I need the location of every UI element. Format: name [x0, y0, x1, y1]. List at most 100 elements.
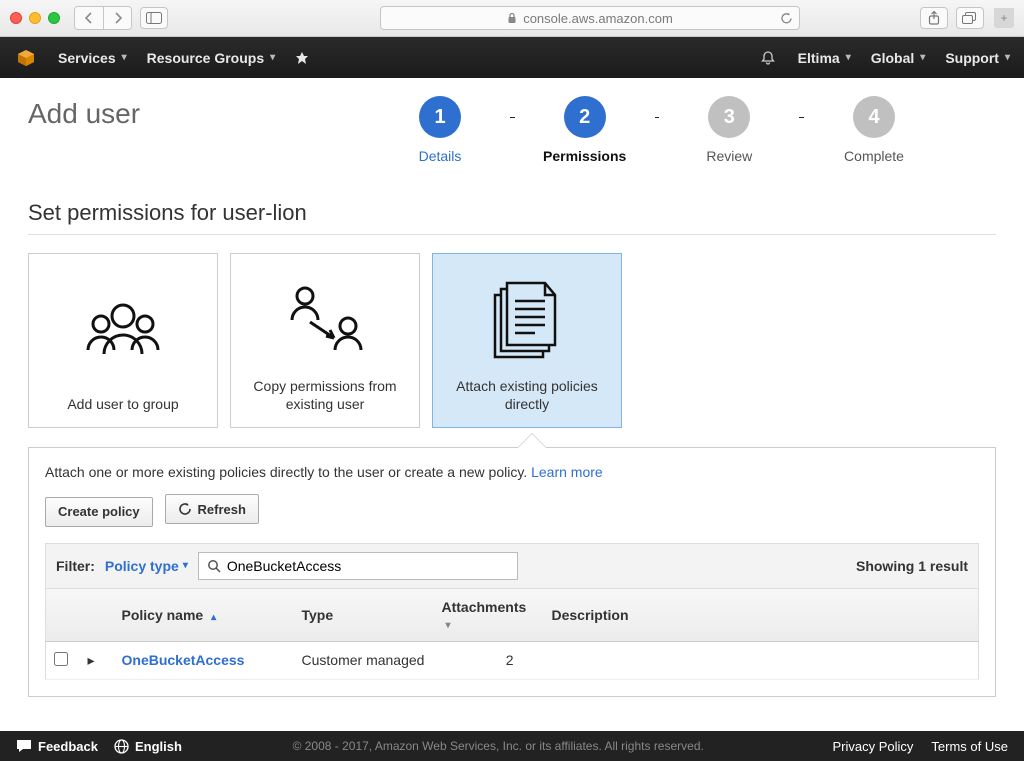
search-input[interactable]: [227, 558, 509, 574]
chevron-down-icon: ▾: [122, 52, 127, 63]
chevron-down-icon: ▾: [1005, 52, 1010, 63]
nav-region[interactable]: Global ▾: [871, 50, 926, 66]
language-selector[interactable]: English: [114, 739, 182, 754]
create-policy-button[interactable]: Create policy: [45, 497, 153, 527]
nav-region-label: Global: [871, 50, 915, 66]
group-icon: [68, 268, 178, 395]
step-complete[interactable]: 4 Complete: [804, 96, 944, 164]
policy-search[interactable]: [198, 552, 518, 580]
sidebar-toggle[interactable]: [140, 7, 168, 29]
filter-type-label: Policy type: [105, 558, 179, 574]
step-number: 3: [708, 96, 750, 138]
content: Add user 1 Details 2 Permissions 3 Revie…: [0, 78, 1024, 731]
attach-policies-panel: Attach one or more existing policies dir…: [28, 447, 996, 697]
copyright: © 2008 - 2017, Amazon Web Services, Inc.…: [293, 739, 704, 753]
wizard-steps: 1 Details 2 Permissions 3 Review 4 Compl…: [370, 96, 944, 164]
search-icon: [207, 559, 221, 573]
col-type[interactable]: Type: [294, 589, 434, 642]
step-label: Permissions: [543, 148, 626, 164]
col-description[interactable]: Description: [544, 589, 979, 642]
permission-options: Add user to group Copy permissions from …: [28, 253, 996, 428]
step-permissions[interactable]: 2 Permissions: [515, 96, 655, 164]
option-label: Add user to group: [67, 395, 178, 413]
feedback-link[interactable]: Feedback: [16, 739, 98, 754]
nav-services-label: Services: [58, 50, 116, 66]
browser-toolbar: console.aws.amazon.com +: [0, 0, 1024, 37]
sort-icon: ▾: [446, 620, 451, 631]
filter-bar: Filter: Policy type ▾ Showing 1 result: [45, 543, 979, 589]
step-details[interactable]: 1 Details: [370, 96, 510, 164]
nav-resource-groups[interactable]: Resource Groups ▾: [147, 50, 276, 66]
lock-icon: [507, 12, 517, 24]
step-number: 2: [564, 96, 606, 138]
language-label: English: [135, 739, 182, 754]
row-checkbox[interactable]: [54, 652, 68, 666]
policies-table: Policy name ▴ Type Attachments ▾ Descrip…: [45, 589, 979, 680]
option-attach-policies[interactable]: Attach existing policies directly: [432, 253, 622, 428]
nav-resource-groups-label: Resource Groups: [147, 50, 264, 66]
close-window[interactable]: [10, 12, 22, 24]
chevron-down-icon: ▾: [183, 560, 188, 571]
url-text: console.aws.amazon.com: [523, 11, 673, 26]
nav-account[interactable]: Eltima ▾: [798, 50, 851, 66]
section-heading: Set permissions for user-lion: [28, 200, 996, 235]
button-label: Refresh: [198, 502, 246, 517]
globe-icon: [114, 739, 129, 754]
privacy-link[interactable]: Privacy Policy: [832, 739, 913, 754]
button-label: Create policy: [58, 504, 140, 519]
policy-description: [544, 641, 979, 679]
refresh-button[interactable]: Refresh: [165, 494, 259, 524]
filter-type-dropdown[interactable]: Policy type ▾: [105, 558, 188, 574]
feedback-label: Feedback: [38, 739, 98, 754]
table-row: ▸ OneBucketAccess Customer managed 2: [46, 641, 979, 679]
step-label: Review: [706, 148, 752, 164]
sort-asc-icon: ▴: [211, 612, 216, 623]
chevron-down-icon: ▾: [920, 52, 925, 63]
col-attachments[interactable]: Attachments: [442, 599, 527, 615]
learn-more-link[interactable]: Learn more: [531, 464, 603, 480]
aws-top-nav: Services ▾ Resource Groups ▾ Eltima ▾ Gl…: [0, 37, 1024, 78]
refresh-icon: [178, 502, 192, 516]
copy-user-icon: [270, 268, 380, 377]
step-number: 1: [419, 96, 461, 138]
zoom-window[interactable]: [48, 12, 60, 24]
chevron-down-icon: ▾: [270, 52, 275, 63]
step-number: 4: [853, 96, 895, 138]
expand-row-icon[interactable]: ▸: [88, 652, 95, 668]
result-count: Showing 1 result: [856, 558, 968, 574]
nav-back-forward: [74, 6, 132, 30]
option-add-to-group[interactable]: Add user to group: [28, 253, 218, 428]
policies-icon: [487, 268, 567, 377]
step-label: Details: [419, 148, 462, 164]
minimize-window[interactable]: [29, 12, 41, 24]
share-button[interactable]: [920, 7, 948, 29]
chevron-down-icon: ▾: [846, 52, 851, 63]
terms-link[interactable]: Terms of Use: [931, 739, 1008, 754]
tabs-button[interactable]: [956, 7, 984, 29]
panel-intro: Attach one or more existing policies dir…: [45, 464, 979, 480]
back-button[interactable]: [75, 7, 103, 29]
aws-logo-icon[interactable]: [14, 46, 38, 70]
policy-attachments: 2: [434, 641, 544, 679]
step-label: Complete: [844, 148, 904, 164]
col-policy-name[interactable]: Policy name: [122, 607, 204, 623]
panel-pointer: [28, 427, 996, 447]
option-label: Attach existing policies directly: [443, 377, 611, 413]
nav-services[interactable]: Services ▾: [58, 50, 127, 66]
nav-support[interactable]: Support ▾: [945, 50, 1010, 66]
address-bar[interactable]: console.aws.amazon.com: [380, 6, 800, 30]
new-tab-button[interactable]: +: [994, 8, 1014, 28]
window-controls: [10, 12, 60, 24]
nav-account-label: Eltima: [798, 50, 840, 66]
policy-type: Customer managed: [294, 641, 434, 679]
step-review[interactable]: 3 Review: [659, 96, 799, 164]
option-copy-permissions[interactable]: Copy permissions from existing user: [230, 253, 420, 428]
policy-name-link[interactable]: OneBucketAccess: [122, 652, 245, 668]
option-label: Copy permissions from existing user: [241, 377, 409, 413]
reload-icon[interactable]: [780, 12, 793, 25]
pin-icon[interactable]: [295, 51, 313, 65]
bell-icon[interactable]: [760, 50, 778, 66]
forward-button[interactable]: [103, 7, 131, 29]
speech-bubble-icon: [16, 739, 32, 753]
aws-footer: Feedback English © 2008 - 2017, Amazon W…: [0, 731, 1024, 761]
